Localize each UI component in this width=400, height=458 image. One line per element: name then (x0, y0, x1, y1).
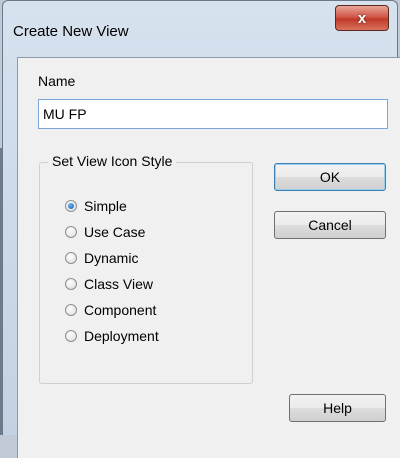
radio-button-checked[interactable] (65, 200, 77, 212)
group-title: Set View Icon Style (48, 153, 177, 169)
radio-label: Simple (84, 198, 127, 214)
radio-button[interactable] (65, 304, 77, 316)
radio-label: Dynamic (84, 250, 139, 266)
radio-component[interactable]: Component (65, 302, 156, 318)
radio-button[interactable] (65, 252, 77, 264)
radio-label: Component (84, 302, 157, 318)
radio-deployment[interactable]: Deployment (65, 328, 159, 344)
dialog-title: Create New View (13, 23, 129, 40)
radio-button[interactable] (65, 278, 77, 290)
radio-button[interactable] (65, 330, 77, 342)
cancel-button[interactable]: Cancel (274, 211, 386, 239)
name-input[interactable] (38, 99, 388, 129)
create-new-view-dialog: Create New View x Name Set View Icon Sty… (2, 0, 400, 458)
ok-button[interactable]: OK (274, 163, 386, 191)
view-icon-style-group: Set View Icon Style (39, 153, 253, 384)
radio-label: Use Case (84, 224, 146, 240)
radio-simple[interactable]: Simple (65, 198, 127, 214)
name-label: Name (38, 73, 76, 89)
help-button[interactable]: Help (289, 394, 386, 422)
close-button[interactable]: x (335, 5, 389, 31)
radio-button[interactable] (65, 226, 77, 238)
radio-use-case[interactable]: Use Case (65, 224, 145, 240)
radio-class-view[interactable]: Class View (65, 276, 153, 292)
radio-label: Class View (84, 276, 153, 292)
radio-dynamic[interactable]: Dynamic (65, 250, 138, 266)
radio-label: Deployment (84, 328, 159, 344)
title-bar[interactable]: Create New View x (3, 1, 397, 45)
close-icon: x (357, 9, 367, 27)
dialog-body: Name Set View Icon Style Simple Use Case… (17, 57, 400, 458)
